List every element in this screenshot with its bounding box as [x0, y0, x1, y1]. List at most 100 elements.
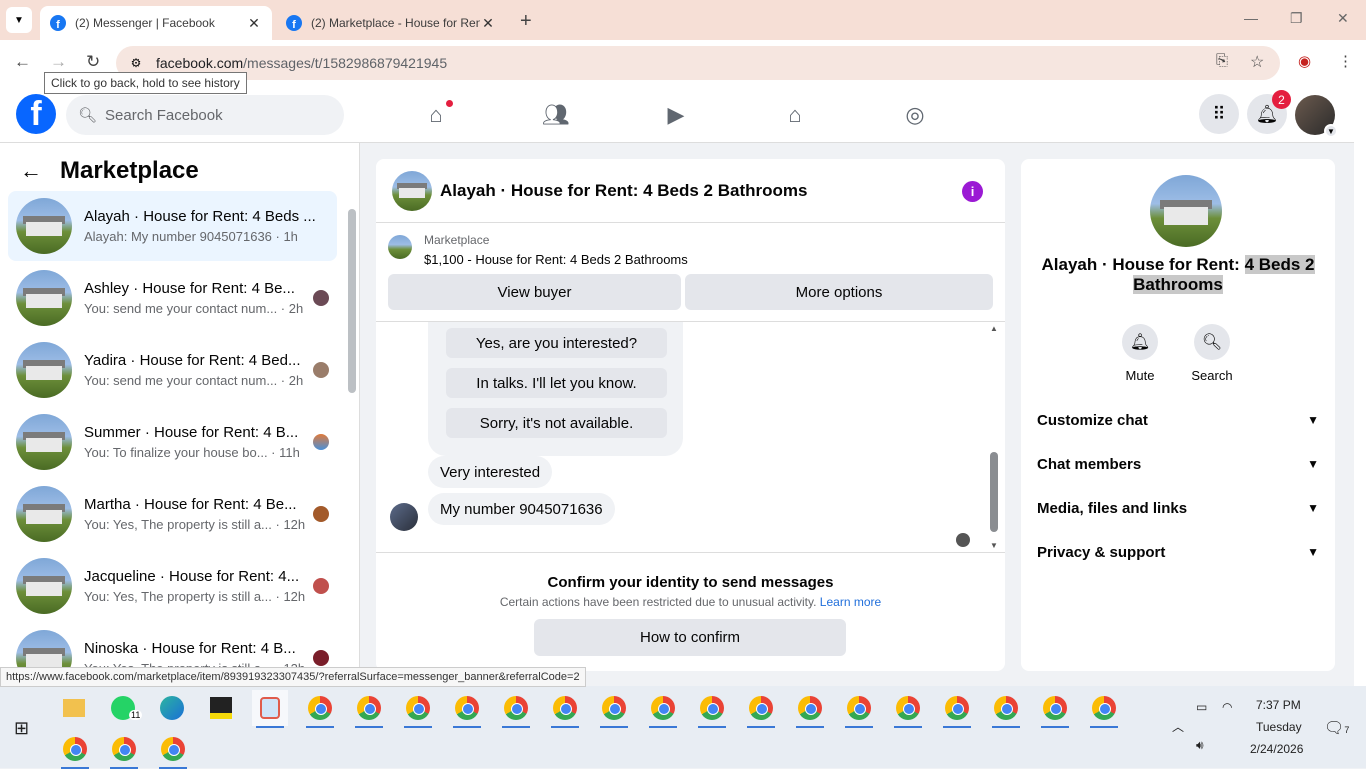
chrome-icon[interactable] [890, 690, 926, 728]
whatsapp-icon[interactable]: 11 [105, 690, 143, 726]
how-to-confirm-button[interactable]: How to confirm [534, 619, 846, 656]
chrome-icon[interactable] [302, 690, 338, 728]
chrome-icon[interactable] [351, 690, 387, 728]
reload-button[interactable]: ↻ [86, 52, 100, 72]
sender-avatar[interactable] [390, 503, 418, 531]
chrome-icon[interactable] [645, 690, 681, 728]
chat-title[interactable]: Alayah · House for Rent: 4 Beds 2 Bathro… [440, 181, 807, 201]
page-scrollbar[interactable] [1354, 86, 1366, 686]
clock-date[interactable]: 2/24/2026 [1250, 742, 1303, 756]
chrome-icon[interactable] [155, 731, 191, 769]
clock-time[interactable]: 7:37 PM [1256, 698, 1301, 712]
minimize-button[interactable]: — [1244, 10, 1258, 26]
notification-center-icon[interactable]: 🗨︎7 [1324, 718, 1349, 738]
install-app-icon[interactable]: ⎘ [1216, 52, 1228, 69]
learn-more-link[interactable]: Learn more [820, 595, 881, 609]
chrome-icon[interactable] [400, 690, 436, 728]
search-conversation-button[interactable]: 🔍︎ Search [1182, 324, 1242, 383]
address-bar[interactable]: ⚙ facebook.com/messages/t/15829868794219… [116, 46, 1280, 80]
chat-avatar[interactable] [392, 170, 432, 211]
friends-icon[interactable]: 👥︎ [542, 101, 570, 129]
tab-search-button[interactable]: ▼ [6, 7, 32, 33]
listing-title[interactable]: $1,100 - House for Rent: 4 Beds 2 Bathro… [424, 252, 688, 267]
back-button[interactable]: ← [14, 52, 31, 72]
chrome-icon[interactable] [449, 690, 485, 728]
close-tab-icon[interactable]: ✕ [246, 15, 262, 32]
chrome-icon[interactable] [694, 690, 730, 728]
chat-scrollbar[interactable]: ▲ ▼ [988, 322, 1002, 550]
conversation-item[interactable]: Yadira · House for Rent: 4 Bed... You: se… [8, 335, 337, 405]
video-icon[interactable]: ▶ [662, 101, 690, 129]
conversation-item[interactable]: Alayah · House for Rent: 4 Beds ... Alaya… [8, 191, 337, 261]
sticky-notes-icon[interactable] [203, 690, 239, 726]
close-window-button[interactable]: ✕ [1337, 10, 1349, 27]
chrome-icon[interactable] [106, 731, 142, 769]
groups-icon[interactable]: ◎ [901, 101, 929, 129]
conversation-item[interactable]: Martha · House for Rent: 4 Be... You: Yes… [8, 479, 337, 549]
paint-icon[interactable] [252, 690, 288, 728]
conversation-item[interactable]: Jacqueline · House for Rent: 4... You: Ye… [8, 551, 337, 621]
url-text[interactable]: facebook.com/messages/t/1582986879421945 [156, 55, 447, 71]
new-tab-button[interactable]: + [520, 10, 532, 33]
restore-button[interactable]: ❐ [1290, 10, 1303, 27]
browser-tab-messenger[interactable]: f (2) Messenger | Facebook ✕ [40, 6, 272, 40]
media-files-links-row[interactable]: Media, files and links ▼ [1037, 496, 1319, 520]
chrome-icon[interactable] [498, 690, 534, 728]
back-arrow-icon[interactable]: ← [20, 158, 42, 184]
scroll-up-icon[interactable]: ▲ [990, 324, 998, 333]
chrome-icon[interactable] [743, 690, 779, 728]
mute-button[interactable]: 🔔︎ Mute [1110, 324, 1170, 383]
wifi-icon[interactable]: ◠ [1222, 700, 1232, 714]
listing-thumbnail[interactable] [388, 235, 412, 259]
edge-icon[interactable] [154, 690, 190, 726]
chrome-icon[interactable] [792, 690, 828, 728]
info-icon[interactable]: i [962, 181, 983, 202]
conversation-name: Alayah · House for Rent: 4 Beds ... [84, 208, 316, 225]
conversation-item[interactable]: Ashley · House for Rent: 4 Be... You: sen… [8, 263, 337, 333]
file-explorer-icon[interactable] [56, 690, 92, 726]
battery-icon[interactable]: ▭ [1196, 700, 1207, 714]
windows-start-icon[interactable]: ⊞ [14, 718, 29, 739]
chrome-icon[interactable] [939, 690, 975, 728]
chevron-down-icon: ▼ [1324, 124, 1338, 138]
marketplace-icon[interactable]: ⌂ [781, 101, 809, 129]
chrome-icon[interactable] [596, 690, 632, 728]
scroll-down-icon[interactable]: ▼ [990, 541, 998, 550]
search-input[interactable]: 🔍︎ Search Facebook [66, 95, 344, 135]
scrollbar-thumb[interactable] [990, 452, 998, 532]
privacy-support-row[interactable]: Privacy & support ▼ [1037, 540, 1319, 564]
clock-day[interactable]: Tuesday [1256, 720, 1302, 734]
search-icon: 🔍︎ [1194, 324, 1230, 360]
sidebar-scrollbar[interactable] [347, 195, 357, 395]
chrome-icon[interactable] [547, 690, 583, 728]
browser-tab-marketplace[interactable]: f (2) Marketplace - House for Ren ✕ [276, 6, 506, 40]
volume-icon[interactable]: 🔊︎ [1196, 738, 1204, 753]
menu-icon[interactable]: ⋮ [1338, 52, 1353, 70]
chrome-icon[interactable] [841, 690, 877, 728]
chrome-icon[interactable] [1086, 690, 1122, 728]
show-hidden-icons[interactable]: ︿ [1172, 718, 1184, 735]
windows-taskbar: ⊞ 11 ︿ ▭ ◠ 🔊︎ 7:37 PM Tuesday 2/24/2026 … [0, 686, 1366, 769]
chrome-icon[interactable] [57, 731, 93, 769]
chrome-icon[interactable] [988, 690, 1024, 728]
chat-members-row[interactable]: Chat members ▼ [1037, 452, 1319, 476]
view-buyer-button[interactable]: View buyer [388, 274, 681, 310]
menu-grid-icon[interactable]: ⠿ [1199, 94, 1239, 134]
confirm-heading: Confirm your identity to send messages [547, 574, 834, 591]
bookmark-star-icon[interactable]: ☆ [1250, 52, 1264, 72]
chat-panel: Alayah · House for Rent: 4 Beds 2 Bathro… [376, 159, 1005, 671]
profile-avatar[interactable] [1150, 175, 1222, 247]
quick-reply-button[interactable]: Sorry, it's not available. [446, 408, 667, 438]
chrome-icon[interactable] [1037, 690, 1073, 728]
more-options-button[interactable]: More options [685, 274, 993, 310]
customize-chat-row[interactable]: Customize chat ▼ [1037, 408, 1319, 432]
profile-icon[interactable]: ◉ [1298, 52, 1311, 70]
quick-reply-button[interactable]: Yes, are you interested? [446, 328, 667, 358]
forward-button[interactable]: → [50, 52, 67, 72]
facebook-logo[interactable]: f [16, 94, 56, 134]
quick-reply-button[interactable]: In talks. I'll let you know. [446, 368, 667, 398]
scrollbar-thumb[interactable] [348, 209, 356, 393]
conversation-item[interactable]: Summer · House for Rent: 4 B... You: To f… [8, 407, 337, 477]
close-tab-icon[interactable]: ✕ [480, 15, 496, 32]
account-avatar[interactable]: ▼ [1295, 95, 1338, 138]
